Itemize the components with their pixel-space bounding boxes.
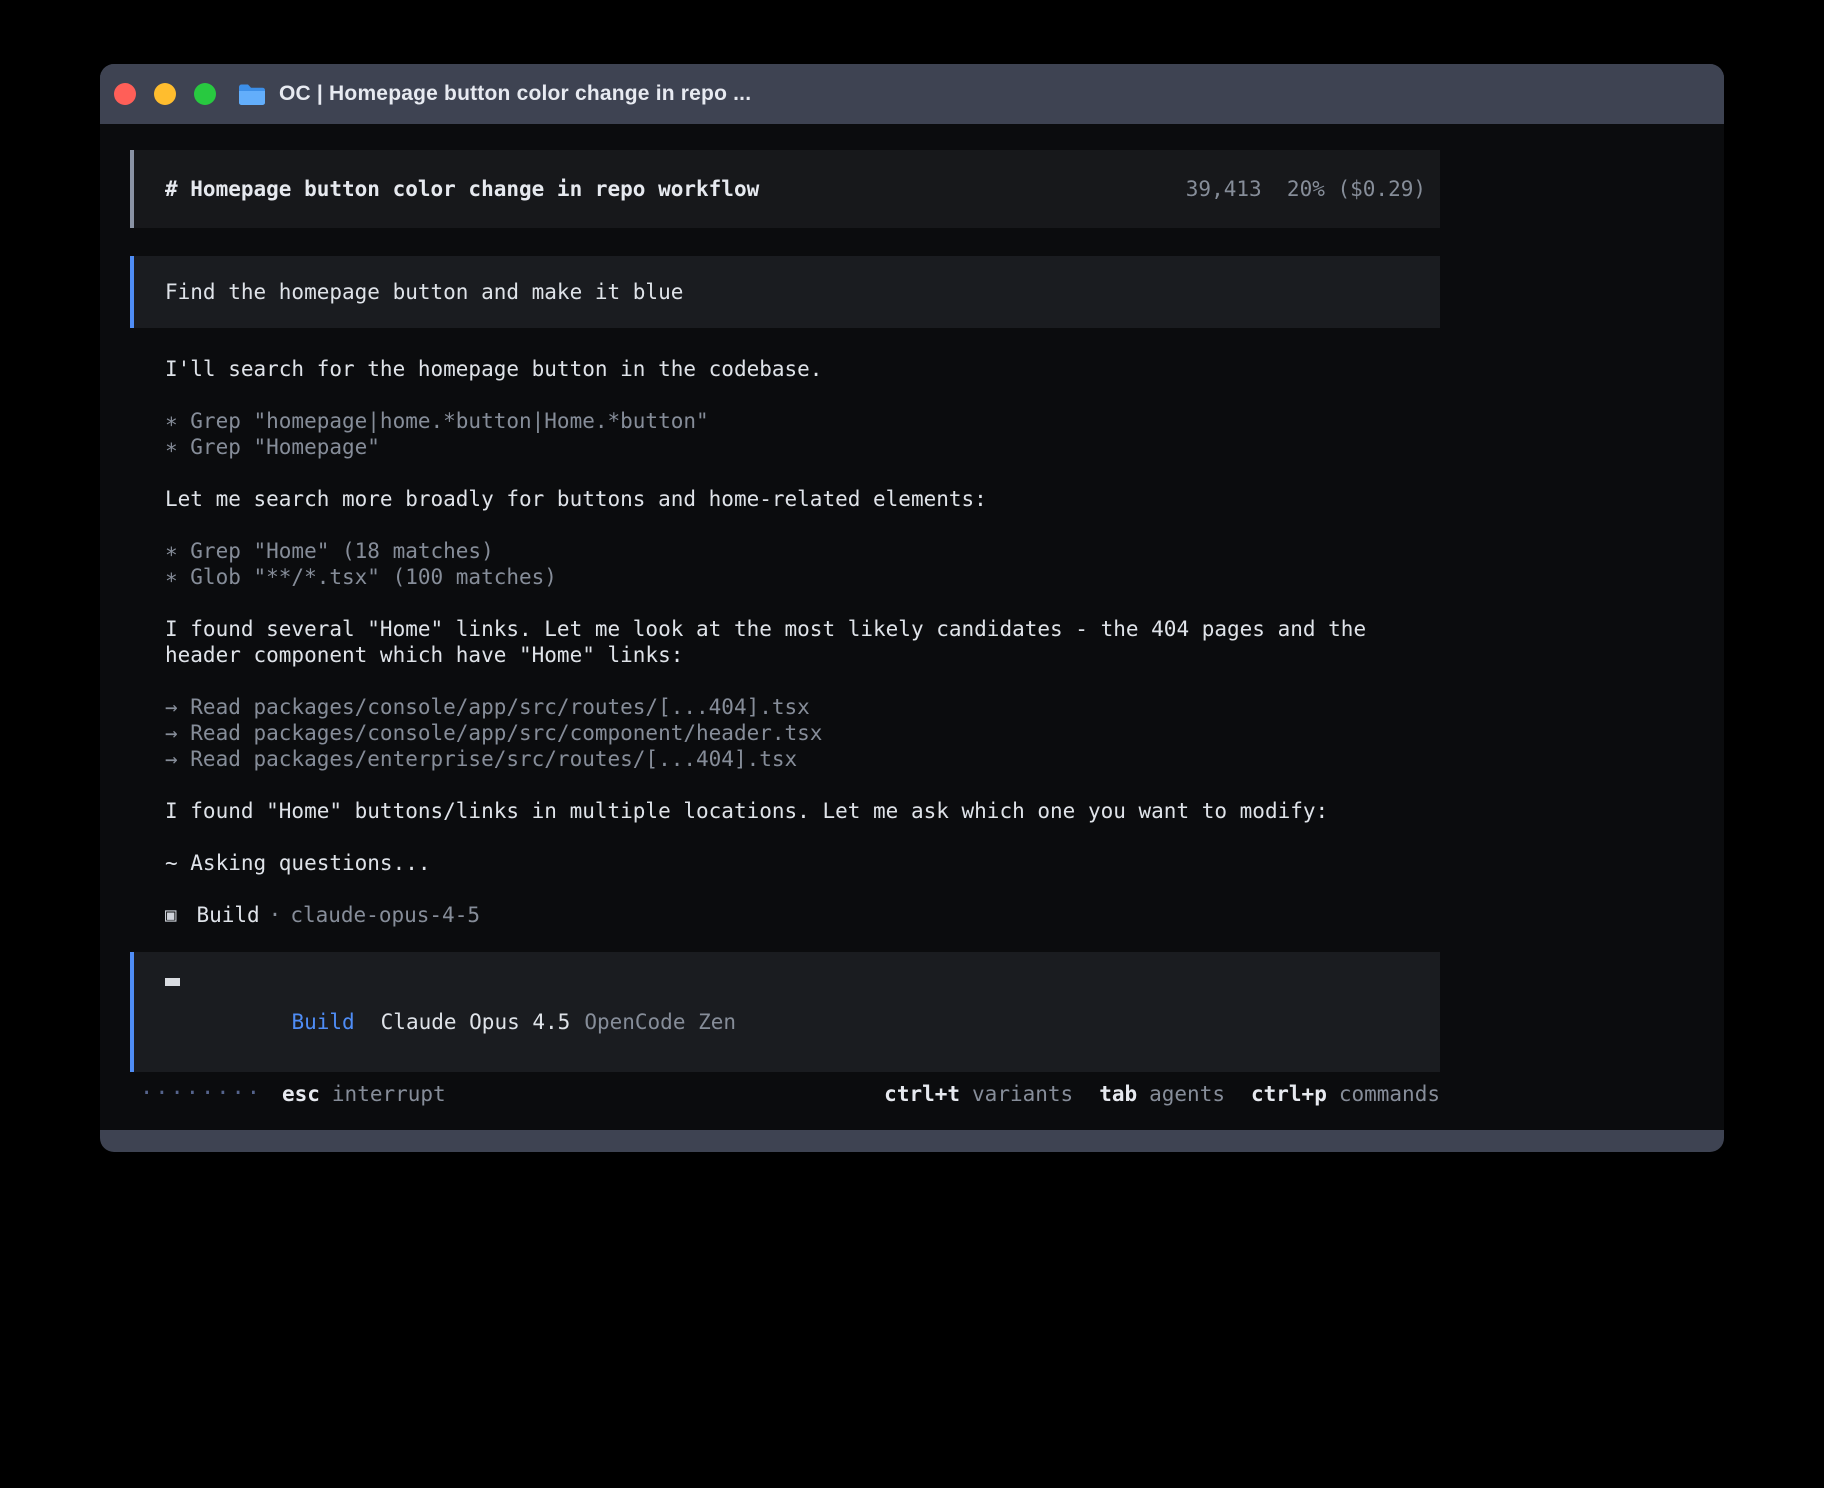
- text-cursor: [165, 978, 180, 986]
- shortcut-agents: tab agents: [1099, 1082, 1225, 1106]
- tool-call-line: ∗ Grep "Home" (18 matches): [165, 538, 1440, 564]
- tool-call-line: ∗ Grep "homepage|home.*button|Home.*butt…: [165, 408, 1440, 434]
- shortcut-variants: ctrl+t variants: [884, 1082, 1073, 1106]
- agent-icon: ▣: [165, 902, 176, 928]
- folder-icon: [238, 83, 266, 105]
- agents-label: agents: [1149, 1082, 1225, 1106]
- terminal-window: OC | Homepage button color change in rep…: [100, 64, 1724, 1152]
- variants-label: variants: [972, 1082, 1073, 1106]
- esc-key: esc: [282, 1082, 320, 1106]
- assistant-text-block: I found "Home" buttons/links in multiple…: [165, 798, 1440, 824]
- assistant-text-line: Let me search more broadly for buttons a…: [165, 486, 1440, 512]
- assistant-text-line: I found "Home" buttons/links in multiple…: [165, 798, 1440, 824]
- user-message: Find the homepage button and make it blu…: [130, 256, 1440, 328]
- ctrl-p-key: ctrl+p: [1251, 1082, 1327, 1106]
- tool-call-block: → Read packages/console/app/src/routes/[…: [165, 694, 1440, 772]
- input-agent-label: Build: [291, 1010, 354, 1034]
- assistant-text-line: ~ Asking questions...: [165, 850, 1440, 876]
- session-title: # Homepage button color change in repo w…: [165, 177, 759, 201]
- agent-status-row: ▣ Build · claude-opus-4-5: [130, 902, 1440, 928]
- tool-call-line: ∗ Glob "**/*.tsx" (100 matches): [165, 564, 1440, 590]
- agent-model-separator: ·: [269, 902, 282, 928]
- terminal-body: # Homepage button color change in repo w…: [100, 124, 1724, 1130]
- assistant-text-block: I'll search for the homepage button in t…: [165, 356, 1440, 382]
- assistant-text-block: Let me search more broadly for buttons a…: [165, 486, 1440, 512]
- tool-call-line: → Read packages/console/app/src/componen…: [165, 720, 1440, 746]
- session-token-stats: 39,413 20% ($0.29): [1186, 177, 1426, 201]
- close-button[interactable]: [114, 83, 136, 105]
- input-model-label: Claude Opus 4.5: [381, 1010, 571, 1034]
- window-title: OC | Homepage button color change in rep…: [279, 82, 751, 106]
- assistant-text-block: ~ Asking questions...: [165, 850, 1440, 876]
- spinner-dots: ········: [140, 1081, 262, 1106]
- session-header: # Homepage button color change in repo w…: [130, 150, 1440, 228]
- commands-label: commands: [1339, 1082, 1440, 1106]
- tool-call-line: → Read packages/console/app/src/routes/[…: [165, 694, 1440, 720]
- zoom-button[interactable]: [194, 83, 216, 105]
- input-provider-label: OpenCode Zen: [584, 1010, 736, 1034]
- assistant-text-line: I'll search for the homepage button in t…: [165, 356, 1440, 382]
- model-row: Build Claude Opus 4.5 OpenCode Zen: [165, 986, 1409, 1058]
- tool-call-line: → Read packages/enterprise/src/routes/[.…: [165, 746, 1440, 772]
- prompt-input[interactable]: Build Claude Opus 4.5 OpenCode Zen: [130, 952, 1440, 1072]
- minimize-button[interactable]: [154, 83, 176, 105]
- shortcut-commands: ctrl+p commands: [1251, 1082, 1440, 1106]
- traffic-lights: [114, 83, 216, 105]
- transcript: I'll search for the homepage button in t…: [130, 356, 1440, 876]
- status-bar: ········ esc interrupt ctrl+t variants tab…: [130, 1081, 1440, 1130]
- shortcut-esc: esc interrupt: [282, 1082, 446, 1106]
- window-titlebar: OC | Homepage button color change in rep…: [100, 64, 1724, 124]
- agent-name: Build: [196, 902, 259, 928]
- tab-key: tab: [1099, 1082, 1137, 1106]
- user-message-text: Find the homepage button and make it blu…: [165, 280, 683, 304]
- esc-label: interrupt: [332, 1082, 446, 1106]
- assistant-text-line: I found several "Home" links. Let me loo…: [165, 616, 1440, 668]
- tool-call-block: ∗ Grep "homepage|home.*button|Home.*butt…: [165, 408, 1440, 460]
- ctrl-t-key: ctrl+t: [884, 1082, 960, 1106]
- tool-call-line: ∗ Grep "Homepage": [165, 434, 1440, 460]
- tool-call-block: ∗ Grep "Home" (18 matches)∗ Glob "**/*.t…: [165, 538, 1440, 590]
- agent-model: claude-opus-4-5: [290, 902, 480, 928]
- assistant-text-block: I found several "Home" links. Let me loo…: [165, 616, 1440, 668]
